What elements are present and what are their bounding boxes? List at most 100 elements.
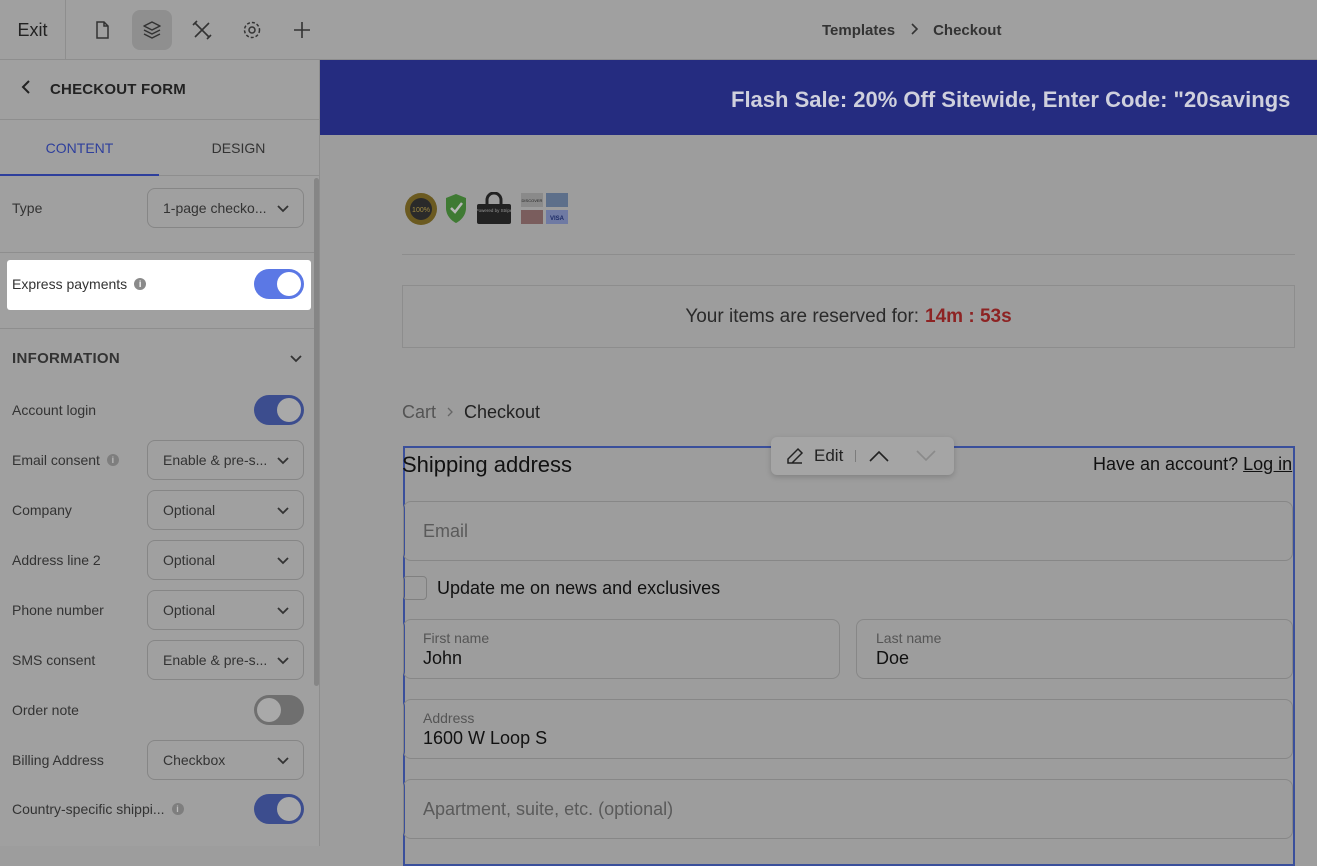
- chevron-down-icon: [277, 752, 289, 768]
- phone-number-select[interactable]: Optional: [147, 590, 304, 630]
- information-section-title: INFORMATION: [12, 350, 121, 367]
- trust-badges: 100% Powered by Stripe DISCOVER VISA: [404, 192, 570, 226]
- plus-icon[interactable]: [282, 10, 322, 50]
- chevron-right-icon: [909, 22, 919, 39]
- sms-consent-select[interactable]: Enable & pre-s...: [147, 640, 304, 680]
- type-row: Type 1-page checko...: [0, 183, 314, 233]
- company-value: Optional: [163, 502, 216, 518]
- edit-toolbar: Edit: [771, 437, 954, 475]
- company-select[interactable]: Optional: [147, 490, 304, 530]
- email-input[interactable]: Email: [403, 501, 1293, 561]
- email-consent-label: Email consent i: [12, 452, 119, 468]
- crumb-checkout: Checkout: [464, 402, 541, 422]
- shipping-address-title: Shipping address: [402, 452, 573, 477]
- company-label: Company: [12, 502, 72, 518]
- chevron-down-icon: [277, 452, 289, 468]
- have-account-label: Have an account?: [1093, 454, 1239, 474]
- phone-number-value: Optional: [163, 602, 216, 618]
- address-line-2-row: Address line 2 Optional: [0, 535, 314, 585]
- visa-card-text: VISA: [550, 216, 565, 222]
- first-name-field[interactable]: First name John: [403, 619, 840, 679]
- news-checkbox-row: Update me on news and exclusives: [403, 576, 720, 600]
- stripe-lock-icon: Powered by Stripe: [476, 192, 513, 224]
- sidebar-scrollbar[interactable]: [314, 178, 319, 686]
- exit-button[interactable]: Exit: [0, 0, 66, 60]
- country-shipping-toggle[interactable]: [254, 794, 304, 824]
- news-checkbox-label: Update me on news and exclusives: [437, 577, 721, 598]
- timer-label: Your items are reserved for:: [685, 305, 920, 327]
- billing-address-value: Checkbox: [163, 752, 226, 768]
- flash-sale-banner: Flash Sale: 20% Off Sitewide, Enter Code…: [320, 60, 1317, 135]
- address-value: 1600 W Loop S: [423, 727, 548, 748]
- email-placeholder: Email: [423, 520, 469, 541]
- top-toolbar: Exit Templates Checkout: [0, 0, 1317, 60]
- information-section-header[interactable]: INFORMATION: [12, 350, 302, 367]
- info-icon[interactable]: i: [171, 803, 184, 815]
- country-shipping-row: Country-specific shippi... i: [0, 784, 314, 834]
- breadcrumb: Templates Checkout: [822, 22, 1001, 39]
- chevron-down-icon: [277, 552, 289, 568]
- chevron-down-icon: [277, 652, 289, 668]
- last-name-value: Doe: [876, 647, 910, 668]
- move-up-icon[interactable]: [868, 449, 890, 463]
- account-login-toggle[interactable]: [254, 395, 304, 425]
- address-field[interactable]: Address 1600 W Loop S: [403, 699, 1293, 759]
- page-icon[interactable]: [82, 10, 122, 50]
- express-payments-toggle[interactable]: [254, 269, 304, 299]
- news-checkbox[interactable]: [403, 576, 427, 600]
- email-consent-text: Email consent: [12, 452, 100, 468]
- info-icon[interactable]: i: [134, 278, 147, 290]
- separator: [902, 450, 903, 462]
- sms-consent-label: SMS consent: [12, 652, 96, 668]
- timer-value: 14m : 53s: [925, 305, 1012, 327]
- express-payments-row: Express payments i: [0, 259, 314, 309]
- apartment-placeholder: Apartment, suite, etc. (optional): [423, 798, 674, 819]
- tab-content[interactable]: CONTENT: [0, 120, 159, 176]
- type-label: Type: [12, 200, 43, 216]
- tools-icon[interactable]: [182, 10, 222, 50]
- chevron-down-icon: [290, 350, 302, 367]
- info-icon[interactable]: i: [106, 454, 119, 466]
- layers-icon[interactable]: [132, 10, 172, 50]
- billing-address-select[interactable]: Checkbox: [147, 740, 304, 780]
- banner-text: Flash Sale: 20% Off Sitewide, Enter Code…: [731, 87, 1291, 112]
- order-note-toggle[interactable]: [254, 695, 304, 725]
- sms-consent-value: Enable & pre-s...: [163, 652, 268, 668]
- login-link[interactable]: Log in: [1243, 454, 1292, 474]
- country-shipping-label: Country-specific shippi... i: [12, 801, 184, 817]
- type-select[interactable]: 1-page checko...: [147, 188, 304, 228]
- email-consent-row: Email consent i Enable & pre-s...: [0, 435, 314, 485]
- edit-pencil-icon[interactable]: [785, 446, 805, 466]
- discover-card-text: DISCOVER: [522, 198, 543, 203]
- chevron-down-icon: [277, 200, 289, 216]
- guarantee-badge-icon: 100%: [405, 193, 437, 225]
- settings-sidebar: CHECKOUT FORM CONTENT DESIGN Type 1-page…: [0, 60, 320, 846]
- breadcrumb-templates[interactable]: Templates: [822, 22, 895, 39]
- apartment-field[interactable]: Apartment, suite, etc. (optional): [403, 779, 1293, 839]
- billing-address-row: Billing Address Checkbox: [0, 735, 314, 785]
- gear-icon[interactable]: [232, 10, 272, 50]
- crumb-cart[interactable]: Cart: [402, 402, 436, 423]
- account-login-row: Account login: [0, 385, 314, 435]
- tab-design[interactable]: DESIGN: [159, 120, 318, 175]
- reservation-timer: Your items are reserved for: 14m : 53s: [402, 285, 1295, 348]
- divider: [0, 328, 314, 329]
- checkout-breadcrumb: Cart Checkout: [402, 402, 540, 423]
- address-line-2-select[interactable]: Optional: [147, 540, 304, 580]
- address-line-2-label: Address line 2: [12, 552, 101, 568]
- express-payments-label: Express payments i: [12, 276, 147, 292]
- stripe-badge-text: Powered by Stripe: [476, 208, 513, 213]
- first-name-label: First name: [423, 629, 490, 646]
- back-chevron-icon[interactable]: [20, 79, 32, 100]
- last-name-field[interactable]: Last name Doe: [856, 619, 1293, 679]
- order-note-row: Order note: [0, 685, 314, 735]
- have-account-text: Have an account? Log in: [1093, 454, 1292, 475]
- last-name-label: Last name: [876, 629, 942, 646]
- email-consent-select[interactable]: Enable & pre-s...: [147, 440, 304, 480]
- chevron-right-icon: [446, 402, 454, 423]
- move-down-icon[interactable]: [915, 449, 937, 463]
- guarantee-badge-text: 100%: [412, 207, 430, 214]
- phone-number-label: Phone number: [12, 602, 104, 618]
- account-login-label: Account login: [12, 402, 97, 418]
- edit-button[interactable]: Edit: [814, 446, 843, 466]
